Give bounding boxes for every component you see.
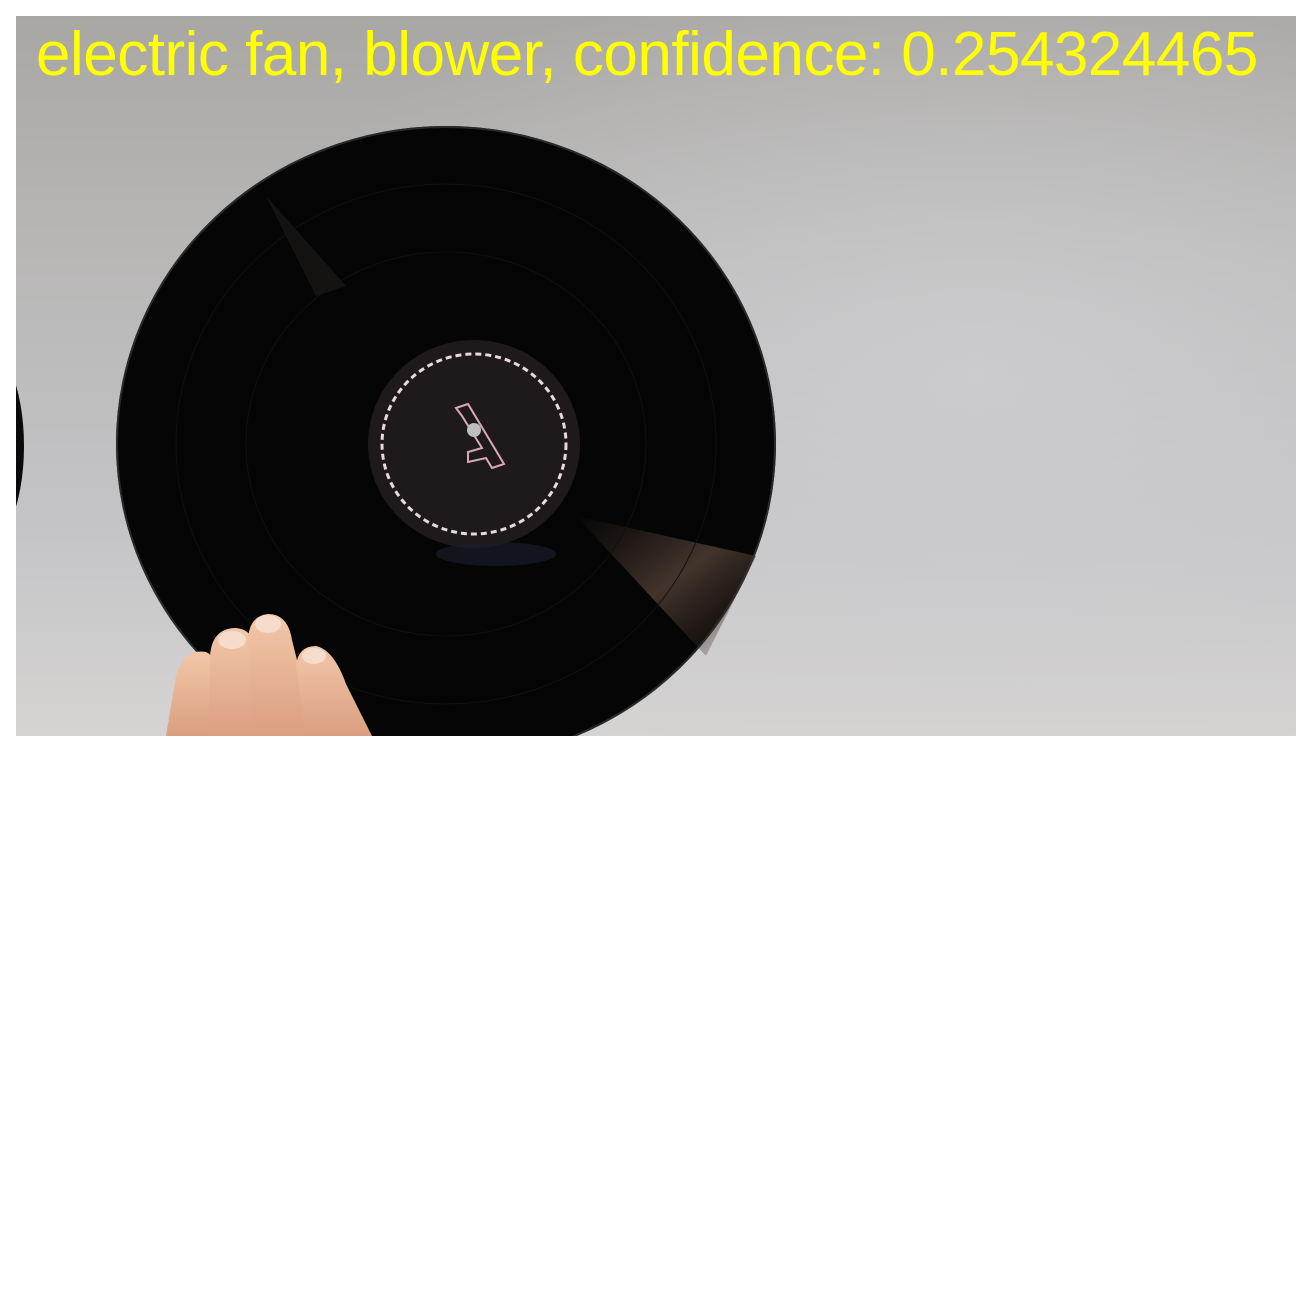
record-spindle-hole: [467, 423, 481, 437]
photo: electric fan, blower, confidence: 0.2543…: [16, 16, 1296, 736]
fingernail: [302, 648, 326, 664]
photo-scene: [16, 16, 1296, 736]
classification-caption: electric fan, blower, confidence: 0.2543…: [36, 24, 1258, 86]
fingernail: [255, 615, 281, 633]
caption-confidence-label: confidence:: [572, 20, 885, 89]
caption-confidence-value: 0.254324465: [901, 20, 1258, 89]
caption-label: electric fan, blower: [36, 20, 540, 89]
caption-space: [885, 20, 902, 89]
caption-separator: ,: [539, 20, 573, 89]
record-reflection: [436, 542, 556, 566]
record-label: [368, 340, 580, 548]
fingernail: [218, 631, 246, 649]
